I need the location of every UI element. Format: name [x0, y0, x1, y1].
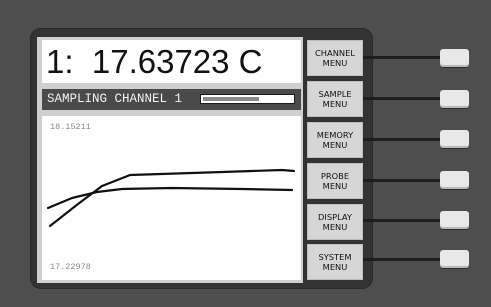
system-menu-label-2: MENU — [322, 262, 348, 272]
sampling-progress-bar — [200, 94, 295, 104]
softkey-probe[interactable] — [440, 171, 469, 189]
softkey-system[interactable] — [440, 250, 469, 268]
softkey-connector — [363, 56, 442, 59]
probe-menu-label-1: PROBE — [320, 171, 350, 181]
sample-menu-label-2: MENU — [322, 99, 348, 109]
softkey-connector — [363, 179, 442, 182]
trend-graph: 18.15211 17.22978 — [42, 116, 301, 280]
status-bar: SAMPLING CHANNEL 1 — [42, 89, 301, 110]
trend-plot-svg — [46, 168, 296, 228]
system-menu-label-1: SYSTEM — [318, 252, 352, 262]
memory-menu-label-2: MENU — [322, 140, 348, 150]
sample-menu-label-1: SAMPLE — [318, 89, 352, 99]
memory-menu-button[interactable]: MEMORY MENU — [307, 122, 363, 158]
display-menu-button[interactable]: DISPLAY MENU — [307, 204, 363, 240]
channel-menu-label-2: MENU — [322, 58, 348, 68]
system-menu-button[interactable]: SYSTEM MENU — [307, 244, 363, 280]
sampling-progress-fill — [203, 97, 259, 101]
probe-menu-label-2: MENU — [322, 181, 348, 191]
softkey-display[interactable] — [440, 211, 469, 229]
display-menu-label-1: DISPLAY — [317, 212, 353, 222]
softkey-channel[interactable] — [440, 49, 469, 67]
sample-menu-button[interactable]: SAMPLE MENU — [307, 81, 363, 117]
softkey-connector — [363, 258, 442, 261]
softkey-connector — [363, 219, 442, 222]
channel-menu-button[interactable]: CHANNEL MENU — [307, 40, 363, 76]
sampling-status-label: SAMPLING CHANNEL 1 — [47, 92, 183, 106]
softkey-sample[interactable] — [440, 90, 469, 108]
memory-menu-label-1: MEMORY — [316, 130, 354, 140]
trend-line-rising — [48, 168, 296, 228]
probe-menu-button[interactable]: PROBE MENU — [307, 163, 363, 199]
temperature-readout: 1: 17.63723 C — [42, 40, 301, 83]
softkey-memory[interactable] — [440, 130, 469, 148]
display-menu-label-2: MENU — [322, 222, 348, 232]
channel-menu-label-1: CHANNEL — [315, 48, 355, 58]
softkey-connector — [363, 138, 442, 141]
softkey-connector — [363, 97, 442, 100]
